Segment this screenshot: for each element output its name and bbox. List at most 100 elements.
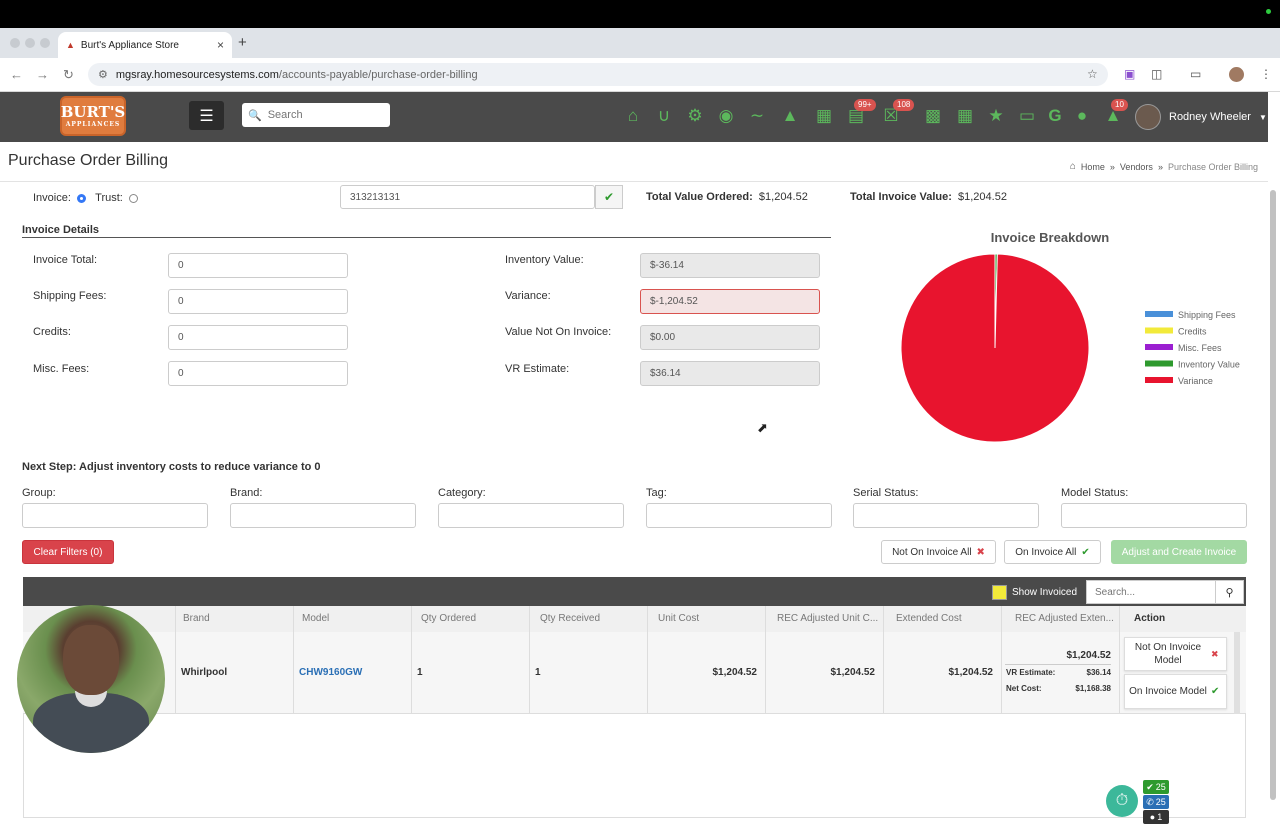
browser-menu-icon[interactable]: ⋮	[1260, 67, 1272, 81]
show-invoiced-toggle[interactable]	[992, 585, 1007, 600]
brand-filter[interactable]	[230, 503, 416, 528]
breadcrumb-separator-icon: »	[1109, 161, 1115, 172]
forward-icon[interactable]: →	[36, 67, 49, 82]
col-extended-cost[interactable]: Extended Cost	[896, 613, 962, 624]
google-icon[interactable]: G	[1044, 104, 1066, 128]
window-zoom-icon[interactable]	[40, 38, 50, 48]
page-scrollbar[interactable]	[1270, 190, 1276, 800]
chat-count-badge[interactable]: ● 1	[1143, 810, 1169, 824]
adjust-create-invoice-button[interactable]: Adjust and Create Invoice	[1111, 540, 1247, 564]
table-scrollbar[interactable]	[1234, 632, 1240, 714]
window-close-icon[interactable]	[10, 38, 20, 48]
chat-count: 1	[1157, 812, 1163, 822]
bookmark-star-icon[interactable]: ☆	[1087, 67, 1098, 81]
cell-brand: Whirlpool	[181, 667, 228, 678]
on-invoice-all-button[interactable]: On Invoice All ✔	[1004, 540, 1101, 564]
breadcrumb-vendors[interactable]: Vendors	[1120, 162, 1153, 172]
legend-label[interactable]: Variance	[1178, 376, 1213, 386]
category-filter[interactable]	[438, 503, 624, 528]
tab-close-icon[interactable]: ×	[217, 38, 224, 52]
calculator-icon[interactable]: ▦	[813, 104, 835, 128]
not-on-invoice-model-button[interactable]: Not On Invoice Model ✖	[1124, 637, 1227, 671]
invoice-breakdown-chart: Invoice Breakdown Shipping Fees Credits Mi…	[840, 226, 1260, 448]
invoice-number-field[interactable]: 313213131	[340, 185, 595, 209]
col-qty-ordered[interactable]: Qty Ordered	[421, 613, 476, 624]
cell-extended-cost: $1,204.52	[948, 667, 994, 678]
profile-avatar-icon[interactable]	[1229, 67, 1244, 82]
col-model[interactable]: Model	[302, 613, 329, 624]
col-rec-adjusted-unit-cost[interactable]: REC Adjusted Unit C...	[777, 613, 878, 624]
extension-icon[interactable]: ▣	[1124, 67, 1135, 81]
check-count-badge[interactable]: ✔ 25	[1143, 780, 1169, 794]
extensions-puzzle-icon[interactable]: ◫	[1151, 67, 1162, 81]
timer-widget-icon[interactable]: ⏱	[1106, 785, 1138, 817]
net-cost-label: Net Cost:	[1006, 684, 1042, 693]
hamburger-menu-button[interactable]: ☰	[189, 101, 224, 130]
line-chart-icon[interactable]: ∼	[746, 104, 768, 128]
chat-icon[interactable]: ●	[1071, 104, 1093, 128]
col-qty-received[interactable]: Qty Received	[540, 613, 600, 624]
trust-radio[interactable]	[128, 193, 138, 203]
briefcase-icon[interactable]: ▩	[922, 104, 944, 128]
shipping-fees-label: Shipping Fees:	[33, 290, 107, 302]
model-status-filter[interactable]	[1061, 503, 1247, 528]
legend-label[interactable]: Inventory Value	[1178, 360, 1240, 370]
store-logo[interactable]: BURT'S APPLIANCES	[60, 96, 126, 136]
misc-fees-field[interactable]: 0	[168, 361, 348, 386]
settings-gear-icon[interactable]: ⚙	[684, 104, 706, 128]
phone-icon: ✆	[1146, 796, 1154, 807]
folder-icon[interactable]: ▭	[1016, 104, 1038, 128]
back-icon[interactable]: ←	[10, 67, 23, 82]
clear-filters-button[interactable]: Clear Filters (0)	[22, 540, 114, 564]
invoice-total-field[interactable]: 0	[168, 253, 348, 278]
cell-qty-ordered: 1	[417, 667, 423, 678]
legend-label[interactable]: Credits	[1178, 327, 1207, 337]
window-minimize-icon[interactable]	[25, 38, 35, 48]
breadcrumb-home[interactable]: Home	[1081, 162, 1105, 172]
legend-label[interactable]: Shipping Fees	[1178, 310, 1236, 320]
url-path: /accounts-payable/purchase-order-billing	[278, 68, 478, 81]
reload-icon[interactable]: ↻	[63, 67, 74, 83]
header-search-input[interactable]	[267, 109, 378, 121]
legend-label[interactable]: Misc. Fees	[1178, 343, 1222, 353]
search-icon: 🔍	[248, 109, 262, 122]
not-on-invoice-model-label: Not On Invoice Model	[1134, 642, 1202, 666]
graduation-cap-icon[interactable]: ▲	[779, 104, 801, 128]
phone-count-badge[interactable]: ✆ 25	[1143, 795, 1169, 809]
browser-tab[interactable]: ▲ Burt's Appliance Store ×	[58, 32, 232, 58]
cell-rec-adjusted-extended: $1,204.52	[1066, 650, 1112, 661]
url-field[interactable]: ⚙ mgsray.homesourcesystems.com/accounts-…	[88, 63, 1108, 86]
col-rec-adjusted-extended[interactable]: REC Adjusted Exten...	[1015, 613, 1114, 624]
col-unit-cost[interactable]: Unit Cost	[658, 613, 699, 624]
group-filter[interactable]	[22, 503, 208, 528]
magnet-icon[interactable]: ∪	[653, 104, 675, 128]
on-invoice-model-button[interactable]: On Invoice Model ✔	[1124, 674, 1227, 709]
tag-filter[interactable]	[646, 503, 832, 528]
new-tab-icon[interactable]: +	[238, 34, 247, 51]
page-title: Purchase Order Billing	[8, 152, 169, 169]
shipping-fees-field[interactable]: 0	[168, 289, 348, 314]
table-search[interactable]: ⚲	[1086, 580, 1244, 604]
table-search-icon[interactable]: ⚲	[1215, 581, 1243, 603]
col-brand[interactable]: Brand	[183, 613, 210, 624]
confirm-check-button[interactable]: ✔	[595, 185, 623, 209]
user-menu[interactable]: Rodney Wheeler ▼	[1135, 104, 1267, 130]
breadcrumb-separator-icon: »	[1157, 161, 1163, 172]
home-icon[interactable]: ⌂	[622, 104, 644, 128]
serial-status-filter[interactable]	[853, 503, 1039, 528]
cell-model-link[interactable]: CHW9160GW	[299, 667, 362, 678]
not-on-invoice-all-button[interactable]: Not On Invoice All ✖	[881, 540, 996, 564]
pie-slice-variance[interactable]	[900, 253, 1090, 443]
camera-indicator-icon	[1266, 9, 1271, 14]
site-info-icon[interactable]: ⚙	[98, 68, 108, 81]
chat-bubble-icon: ●	[1149, 812, 1156, 822]
vr-estimate-small-value: $36.14	[1086, 668, 1111, 677]
star-icon[interactable]: ★	[985, 104, 1007, 128]
credits-field[interactable]: 0	[168, 325, 348, 350]
table-search-input[interactable]	[1087, 586, 1215, 598]
invoice-radio[interactable]	[76, 193, 86, 203]
cast-icon[interactable]: ▭	[1190, 67, 1201, 81]
badge-icon[interactable]: ◉	[715, 104, 737, 128]
map-icon[interactable]: ▦	[954, 104, 976, 128]
header-search[interactable]: 🔍	[242, 103, 390, 127]
